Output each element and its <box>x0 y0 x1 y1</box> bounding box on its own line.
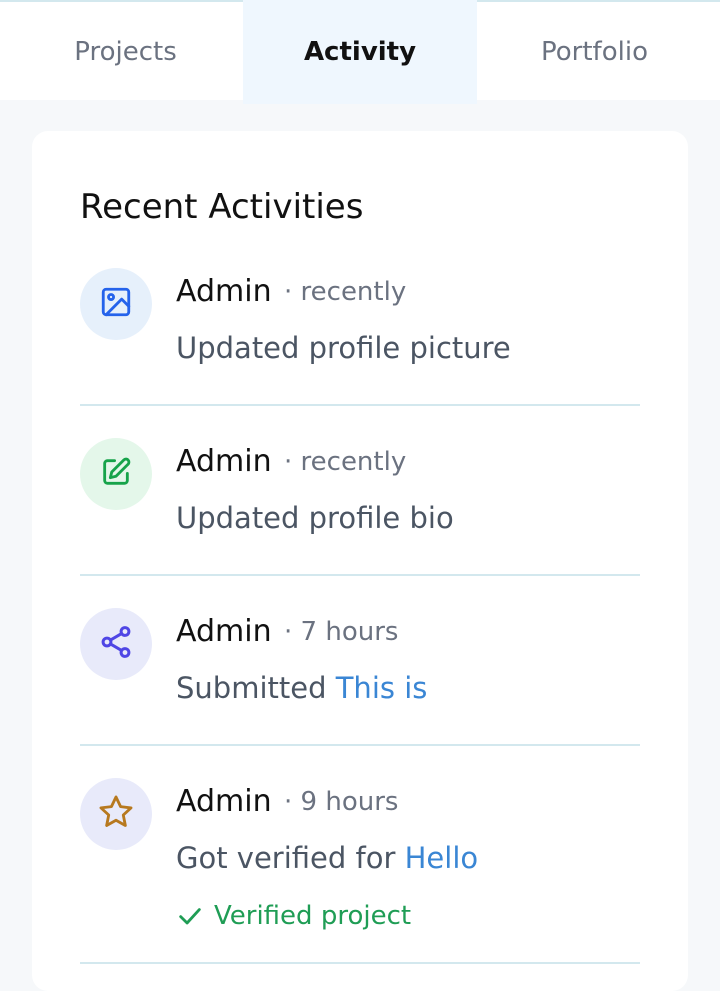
check-icon <box>179 908 201 925</box>
activity-text: Got verified for <box>176 841 405 875</box>
star-icon <box>97 793 135 835</box>
divider <box>80 744 640 746</box>
activity-user[interactable]: Admin <box>176 782 272 822</box>
activity-description: Got verified for Hello <box>176 838 478 878</box>
activity-time: · 9 hours <box>284 787 399 817</box>
edit-icon <box>99 455 133 493</box>
tab-projects[interactable]: Projects <box>8 2 243 102</box>
activity-text: Updated profile picture <box>176 331 511 365</box>
activity-text: Submitted <box>176 671 336 705</box>
verified-label: Verified project <box>214 901 412 931</box>
list-item: Admin · 9 hours Got verified for Hello V… <box>80 778 640 931</box>
activity-description: Submitted This is <box>176 668 427 708</box>
activity-card: Recent Activities Admin · recently Updat… <box>32 131 688 991</box>
image-icon <box>99 285 133 323</box>
list-item: Admin · recently Updated profile bio <box>80 438 640 535</box>
tab-bar: Projects Activity Portfolio <box>0 0 720 104</box>
project-link[interactable]: This is <box>336 671 428 705</box>
project-link[interactable]: Hello <box>405 841 479 875</box>
list-item: Admin · recently Updated profile picture <box>80 268 640 365</box>
activity-user[interactable]: Admin <box>176 272 272 312</box>
activity-user[interactable]: Admin <box>176 612 272 652</box>
activity-user[interactable]: Admin <box>176 442 272 482</box>
list-item: Admin · 7 hours Submitted This is <box>80 608 640 705</box>
activity-avatar <box>80 438 152 510</box>
activity-avatar <box>80 778 152 850</box>
tab-portfolio[interactable]: Portfolio <box>477 2 712 102</box>
activity-time: · 7 hours <box>284 617 399 647</box>
section-title: Recent Activities <box>80 187 364 227</box>
activity-time: · recently <box>284 277 407 307</box>
verified-badge: Verified project <box>176 898 411 934</box>
tab-activity[interactable]: Activity <box>243 0 477 104</box>
activity-text: Updated profile bio <box>176 501 454 535</box>
divider <box>80 574 640 576</box>
activity-description: Updated profile picture <box>176 328 511 368</box>
divider <box>80 404 640 406</box>
activity-description: Updated profile bio <box>176 498 454 538</box>
activity-avatar <box>80 608 152 680</box>
activity-time: · recently <box>284 447 407 477</box>
share-icon <box>98 624 134 664</box>
activity-avatar <box>80 268 152 340</box>
